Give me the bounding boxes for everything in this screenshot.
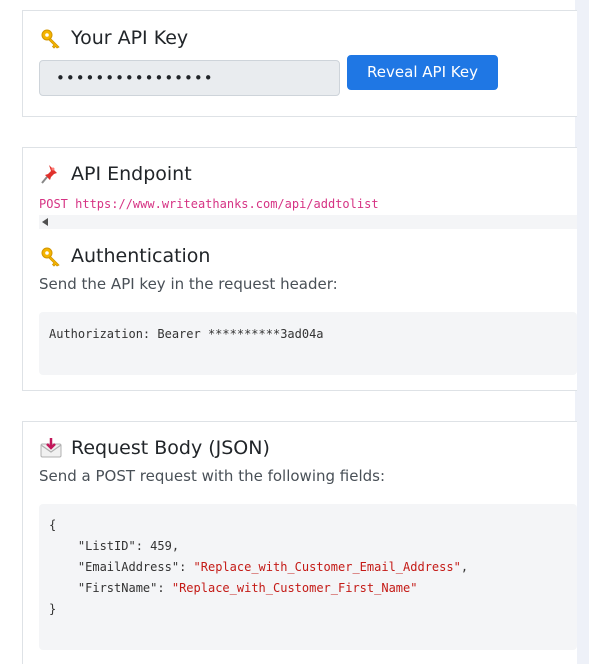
auth-header-code: Authorization: Bearer **********3ad04a bbox=[39, 312, 577, 375]
reveal-api-key-button[interactable]: Reveal API Key bbox=[347, 55, 498, 90]
pushpin-icon bbox=[40, 163, 62, 185]
authentication-heading: Authentication bbox=[40, 245, 210, 267]
json-field-key: "EmailAddress" bbox=[77, 560, 180, 574]
key-icon bbox=[40, 27, 62, 49]
request-body-description: Send a POST request with the following f… bbox=[39, 467, 386, 485]
api-key-card: Your API Key •••••••••••••••• Reveal API… bbox=[22, 10, 577, 117]
json-field-line: "FirstName": "Replace_with_Customer_Firs… bbox=[77, 581, 418, 595]
auth-description: Send the API key in the request header: bbox=[39, 275, 338, 293]
authentication-title: Authentication bbox=[71, 245, 211, 267]
json-field-value: 459 bbox=[150, 539, 172, 553]
api-key-heading: Your API Key bbox=[40, 27, 188, 49]
request-body-heading: Request Body (JSON) bbox=[40, 437, 270, 459]
api-key-title: Your API Key bbox=[71, 27, 189, 49]
json-open-brace: { bbox=[49, 518, 57, 532]
api-endpoint-title: API Endpoint bbox=[71, 163, 192, 185]
json-body-code: { "ListID": 459, "EmailAddress": "Replac… bbox=[39, 504, 577, 650]
endpoint-horizontal-scrollbar[interactable] bbox=[39, 215, 577, 229]
json-field-key: "FirstName" bbox=[77, 581, 158, 595]
endpoint-card: API Endpoint POST https://www.writeathan… bbox=[22, 147, 577, 391]
key-icon bbox=[40, 245, 62, 267]
json-field-value: "Replace_with_Customer_First_Name" bbox=[171, 581, 418, 595]
json-close-brace: } bbox=[49, 602, 57, 616]
json-field-line: "EmailAddress": "Replace_with_Customer_E… bbox=[77, 560, 469, 574]
envelope-arrow-icon bbox=[40, 437, 62, 459]
json-field-value: "Replace_with_Customer_Email_Address" bbox=[193, 560, 461, 574]
json-field-key: "ListID" bbox=[77, 539, 136, 553]
scroll-left-arrow-icon[interactable] bbox=[42, 218, 48, 226]
endpoint-url: POST https://www.writeathanks.com/api/ad… bbox=[39, 197, 379, 211]
page-side-strip bbox=[575, 0, 589, 664]
request-body-card: Request Body (JSON) Send a POST request … bbox=[22, 421, 577, 664]
json-field-line: "ListID": 459, bbox=[77, 539, 180, 553]
api-key-field[interactable]: •••••••••••••••• bbox=[39, 60, 340, 96]
request-body-title: Request Body (JSON) bbox=[71, 437, 270, 459]
api-endpoint-heading: API Endpoint bbox=[40, 163, 192, 185]
json-fields: "ListID": 459, "EmailAddress": "Replace_… bbox=[49, 539, 468, 595]
